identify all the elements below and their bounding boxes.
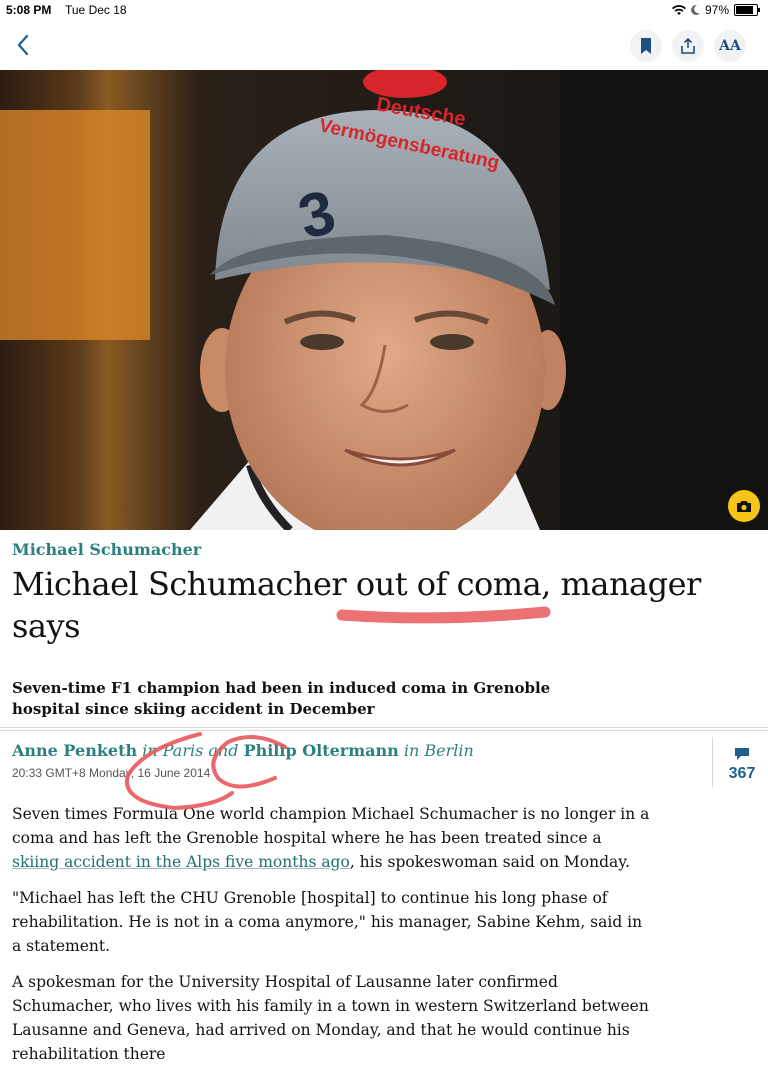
author-link[interactable]: Anne Penketh: [12, 741, 137, 760]
divider: [712, 737, 713, 787]
comment-icon: [735, 748, 749, 760]
publish-date: 20:33 GMT+8 Monday, 16 June 2014: [12, 766, 211, 780]
byline-place: Berlin: [424, 741, 474, 760]
back-button[interactable]: [12, 30, 34, 60]
author-link[interactable]: Philip Oltermann: [244, 741, 399, 760]
inline-link[interactable]: skiing accident in the Alps five months …: [12, 853, 350, 871]
status-date: Tue Dec 18: [65, 3, 127, 17]
text-size-button[interactable]: AA: [714, 30, 746, 62]
byline-place: Paris: [162, 741, 204, 760]
nav-bar: AA: [0, 22, 768, 70]
byline: Anne Penketh in Paris and Philip Olterma…: [12, 741, 474, 760]
bookmark-icon: [641, 38, 651, 54]
font-size-icon: AA: [719, 38, 741, 54]
moon-icon: [691, 5, 700, 15]
battery-fill: [736, 6, 754, 14]
comments-button[interactable]: 367: [724, 746, 760, 783]
camera-icon: [737, 500, 751, 512]
paragraph: "Michael has left the CHU Grenoble [hosp…: [12, 889, 643, 955]
comment-count: 367: [728, 765, 756, 782]
bookmark-button[interactable]: [630, 30, 662, 62]
status-bar: 5:08 PM Tue Dec 18 97%: [0, 0, 768, 22]
article-headline: Michael Schumacher out of coma, manager …: [12, 565, 701, 645]
byline-in: in: [137, 741, 163, 760]
paragraph-text: Seven times Formula One world champion M…: [12, 805, 650, 847]
byline-in: in: [398, 741, 425, 760]
divider: [0, 730, 768, 731]
paragraph: A spokesman for the University Hospital …: [12, 973, 649, 1063]
section-kicker[interactable]: Michael Schumacher: [12, 540, 201, 559]
share-button[interactable]: [672, 30, 704, 62]
hero-image: Deutsche Vermögensberatung 3: [0, 70, 768, 530]
battery-percent: 97%: [704, 3, 729, 17]
byline-and: and: [203, 741, 244, 760]
status-time: 5:08 PM: [6, 3, 52, 17]
battery-icon: [734, 4, 760, 16]
paragraph: Seven times Formula One world champion M…: [12, 802, 652, 874]
hero-photo: Deutsche Vermögensberatung 3: [0, 70, 768, 530]
status-indicators: 97%: [671, 3, 760, 17]
paragraph-text: , his spokeswoman said on Monday.: [349, 853, 630, 871]
divider: [0, 727, 768, 728]
article-standfirst: Seven-time F1 champion had been in induc…: [12, 679, 551, 718]
chevron-left-icon: [17, 34, 29, 56]
wifi-icon: [671, 4, 686, 15]
photo-caption-button[interactable]: [728, 490, 760, 522]
share-icon: [681, 38, 695, 54]
